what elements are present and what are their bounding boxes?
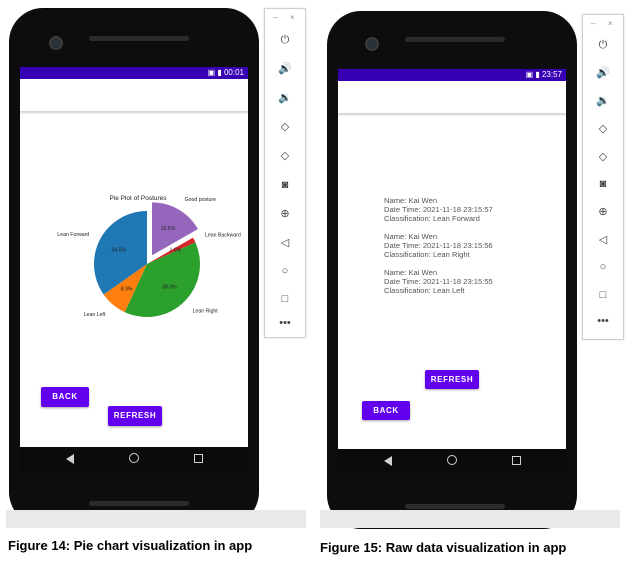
- pie-category-label: Lean Forward: [57, 232, 89, 238]
- refresh-button[interactable]: REFRESH: [425, 370, 479, 389]
- camera-icon[interactable]: ◙: [277, 177, 293, 193]
- record-classification: Classification: Lean Right: [384, 250, 470, 259]
- nav-bar: [338, 449, 566, 473]
- record-3: Name: Kai Wen Date Time: 2021-11-18 23:15…: [384, 268, 493, 295]
- figure-14-caption: Figure 14: Pie chart visualization in ap…: [8, 538, 253, 553]
- emulator-toolbar-left: – × ⏻ 🔊 🔉 ◇ ◇ ◙ ⊕ ◁ ○ □ •••: [264, 8, 306, 338]
- nav-bar: [20, 447, 248, 471]
- app-screen-right: ▣ ▮ 23:57 Name: Kai Wen Date Time: 2021-1…: [338, 69, 566, 449]
- pie-value-label: 34.5%: [111, 247, 126, 253]
- rotate-left-icon[interactable]: ◇: [595, 121, 611, 137]
- record-datetime: Date Time: 2021-11-18 23:15:57: [384, 205, 493, 214]
- pie-value-label: 38.3%: [162, 285, 177, 291]
- back-icon[interactable]: ◁: [595, 232, 611, 248]
- pie-value-label: 1.6%: [169, 248, 181, 254]
- zoom-icon[interactable]: ⊕: [277, 206, 293, 222]
- back-button[interactable]: BACK: [362, 401, 410, 420]
- close-control[interactable]: ×: [290, 13, 295, 22]
- power-icon[interactable]: ⏻: [595, 37, 611, 53]
- record-2: Name: Kai Wen Date Time: 2021-11-18 23:15…: [384, 232, 493, 259]
- pie-category-label: Lean Left: [84, 312, 106, 318]
- app-screen-left: ▣ ▮ 00:01 Pie Plot of Postures 16.6% Good…: [20, 67, 248, 447]
- chart-title: Pie Plot of Postures: [109, 195, 167, 202]
- overview-icon[interactable]: □: [595, 287, 611, 303]
- front-camera: [365, 37, 379, 51]
- close-control[interactable]: ×: [608, 19, 613, 28]
- status-icons: ▣ ▮: [525, 70, 542, 79]
- nav-back-icon[interactable]: [66, 454, 74, 464]
- phone-frame-right: ▣ ▮ 23:57 Name: Kai Wen Date Time: 2021-1…: [327, 11, 577, 529]
- record-1: Name: Kai Wen Date Time: 2021-11-18 23:15…: [384, 196, 493, 223]
- overview-icon[interactable]: □: [277, 291, 293, 307]
- home-icon[interactable]: ○: [595, 259, 611, 275]
- record-datetime: Date Time: 2021-11-18 23:15:56: [384, 241, 493, 250]
- power-icon[interactable]: ⏻: [277, 32, 293, 48]
- record-datetime: Date Time: 2021-11-18 23:15:55: [384, 277, 493, 286]
- pie-category-label: Lean Backward: [205, 233, 241, 239]
- record-name: Name: Kai Wen: [384, 268, 438, 277]
- nav-recents-icon[interactable]: [194, 454, 203, 463]
- record-classification: Classification: Lean Forward: [384, 214, 480, 223]
- more-icon[interactable]: •••: [595, 313, 611, 329]
- front-camera: [49, 36, 63, 50]
- camera-icon[interactable]: ◙: [595, 176, 611, 192]
- record-name: Name: Kai Wen: [384, 196, 438, 205]
- pie-category-label: Lean Right: [193, 308, 219, 314]
- zoom-icon[interactable]: ⊕: [595, 204, 611, 220]
- bottom-speaker: [405, 504, 505, 509]
- volume-down-icon[interactable]: 🔉: [277, 90, 293, 106]
- nav-back-icon[interactable]: [384, 456, 392, 466]
- nav-home-icon[interactable]: [447, 455, 457, 465]
- phone-frame-left: ▣ ▮ 00:01 Pie Plot of Postures 16.6% Good…: [9, 8, 259, 526]
- record-classification: Classification: Lean Left: [384, 286, 465, 295]
- rotate-right-icon[interactable]: ◇: [277, 148, 293, 164]
- rotate-right-icon[interactable]: ◇: [595, 149, 611, 165]
- bottom-speaker: [89, 501, 189, 506]
- back-button[interactable]: BACK: [41, 387, 89, 407]
- status-time: 23:57: [541, 70, 562, 79]
- volume-up-icon[interactable]: 🔊: [595, 65, 611, 81]
- record-name: Name: Kai Wen: [384, 232, 438, 241]
- emulator-toolbar-right: – × ⏻ 🔊 🔉 ◇ ◇ ◙ ⊕ ◁ ○ □ •••: [582, 14, 624, 340]
- nav-recents-icon[interactable]: [512, 456, 521, 465]
- volume-down-icon[interactable]: 🔉: [595, 93, 611, 109]
- status-bar: ▣ ▮ 23:57: [338, 69, 566, 81]
- figure-15-caption: Figure 15: Raw data visualization in app: [320, 540, 567, 555]
- pie-category-label: Good posture: [185, 197, 217, 203]
- pie-value-label: 16.6%: [161, 226, 176, 232]
- bottom-strip-right: [320, 510, 620, 528]
- back-icon[interactable]: ◁: [277, 235, 293, 251]
- nav-home-icon[interactable]: [129, 453, 139, 463]
- rotate-left-icon[interactable]: ◇: [277, 119, 293, 135]
- home-icon[interactable]: ○: [277, 263, 293, 279]
- pie-value-label: 8.3%: [121, 286, 133, 292]
- pie-slices: [94, 202, 200, 317]
- top-speaker: [405, 37, 505, 42]
- more-icon[interactable]: •••: [277, 315, 293, 331]
- app-bar: [338, 81, 566, 113]
- volume-up-icon[interactable]: 🔊: [277, 61, 293, 77]
- bottom-strip-left: [6, 510, 306, 528]
- minimize-control[interactable]: –: [273, 13, 277, 22]
- minimize-control[interactable]: –: [591, 19, 595, 28]
- refresh-button[interactable]: REFRESH: [108, 406, 162, 426]
- top-speaker: [89, 36, 189, 41]
